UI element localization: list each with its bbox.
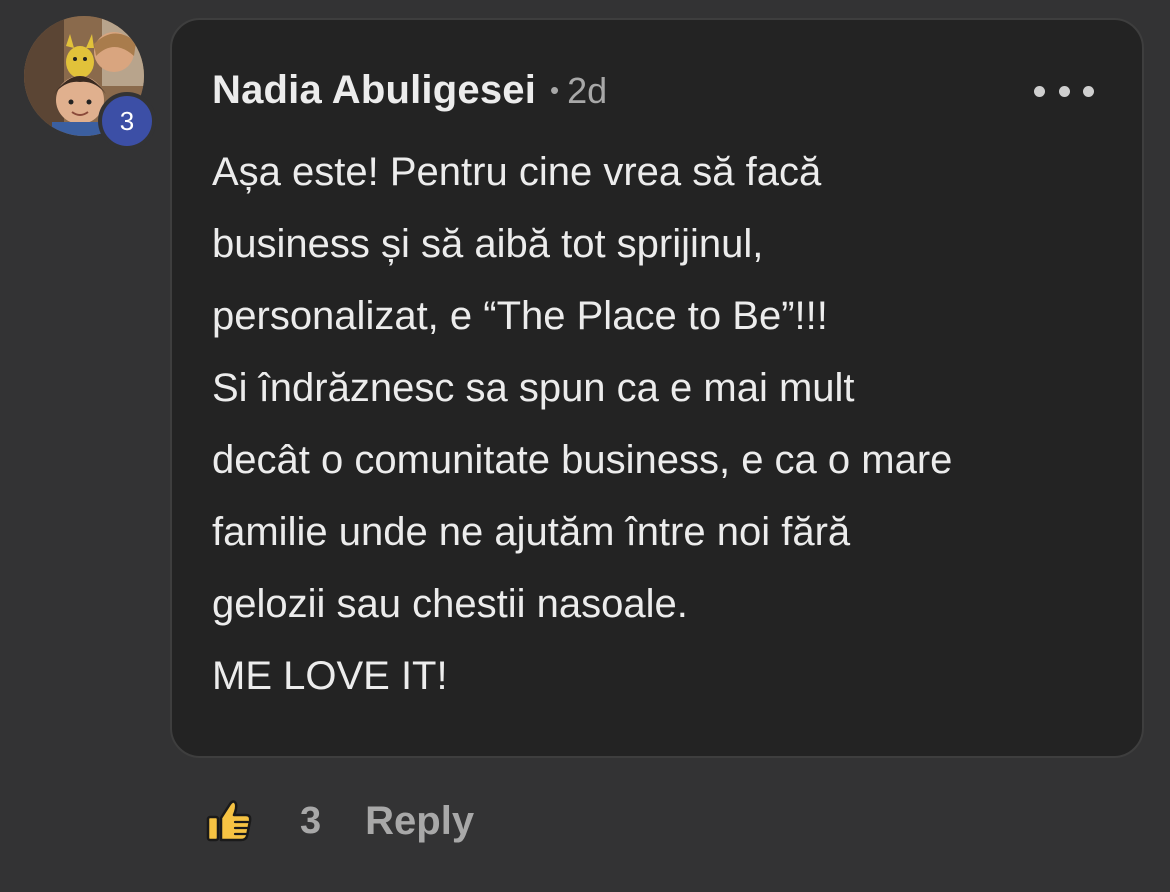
more-options-button[interactable]: [1034, 74, 1094, 108]
comment-thread: 3 Nadia Abuligesei • 2d Așa este! Pentru…: [0, 0, 1170, 892]
level-badge: 3: [98, 92, 156, 150]
comment-line: gelozii sau chestii nasoale.: [212, 582, 688, 626]
comment-line: familie unde ne ajutăm între noi fără: [212, 510, 851, 554]
reply-button[interactable]: Reply: [365, 799, 474, 844]
comment-header: Nadia Abuligesei • 2d: [212, 68, 607, 113]
comment-line: ME LOVE IT!: [212, 654, 448, 698]
author-name[interactable]: Nadia Abuligesei: [212, 68, 536, 113]
more-horizontal-icon: [1034, 85, 1045, 97]
more-horizontal-icon: [1058, 85, 1070, 97]
comment-line: decât o comunitate business, e ca o mare: [212, 438, 953, 482]
thumbs-up-icon[interactable]: [204, 796, 254, 846]
separator-dot: •: [550, 75, 560, 105]
comment-line: personalizat, e “The Place to Be”!!!: [212, 294, 828, 338]
comment-text: Așa este! Pentru cine vrea să facă busin…: [212, 136, 1122, 712]
comment-timestamp[interactable]: 2d: [567, 70, 607, 112]
comment-line: business și să aibă tot sprijinul,: [212, 222, 764, 266]
more-horizontal-icon: [1083, 85, 1094, 97]
comment-actions: 3 Reply: [204, 790, 474, 852]
comment-line: Si îndrăznesc sa spun ca e mai mult: [212, 366, 855, 410]
comment-bubble: Nadia Abuligesei • 2d Așa este! Pentru c…: [170, 18, 1144, 758]
like-count[interactable]: 3: [300, 800, 321, 843]
comment-line: Așa este! Pentru cine vrea să facă: [212, 150, 822, 194]
